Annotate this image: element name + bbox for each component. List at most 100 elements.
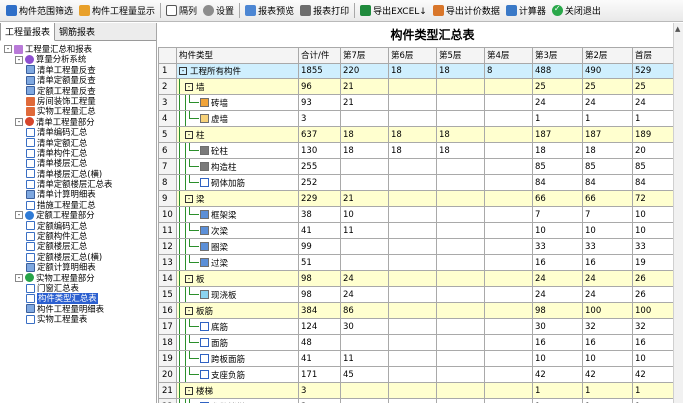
quantity-cell[interactable]: 98 bbox=[298, 270, 341, 288]
quantity-cell[interactable] bbox=[388, 174, 437, 192]
component-type-cell[interactable]: 支座负筋 bbox=[176, 366, 299, 384]
quantity-cell[interactable]: 20 bbox=[632, 142, 675, 160]
quantity-cell[interactable]: 25 bbox=[582, 78, 633, 96]
quantity-cell[interactable]: 10 bbox=[632, 206, 675, 224]
quantity-cell[interactable]: 85 bbox=[582, 158, 633, 176]
column-header[interactable]: 第6层 bbox=[388, 47, 437, 64]
quantity-cell[interactable]: 10 bbox=[582, 222, 633, 240]
component-type-cell[interactable]: - 楼梯 bbox=[176, 382, 299, 400]
quantity-cell[interactable]: 1855 bbox=[298, 62, 341, 80]
quantity-cell[interactable]: 24 bbox=[582, 286, 633, 304]
collapse-toggle-icon[interactable]: - bbox=[185, 386, 193, 395]
tree-item[interactable]: 清单定额量反查 bbox=[0, 75, 156, 85]
component-type-cell[interactable]: - 板筋 bbox=[176, 302, 299, 320]
table-row[interactable]: 11 次梁 41 11 10 10 10 bbox=[158, 222, 675, 240]
quantity-cell[interactable] bbox=[436, 286, 485, 304]
export-excel-button[interactable]: 导出EXCEL↓ bbox=[357, 2, 430, 20]
table-row[interactable]: 6 砼柱 130 18 18 18 18 18 20 bbox=[158, 142, 675, 160]
quantity-cell[interactable]: 42 bbox=[632, 366, 675, 384]
quantity-cell[interactable] bbox=[388, 110, 437, 128]
quantity-cell[interactable] bbox=[436, 270, 485, 288]
tree-item[interactable]: - 工程量汇总和报表 bbox=[0, 44, 156, 54]
quantity-cell[interactable]: 24 bbox=[632, 94, 675, 112]
quantity-cell[interactable] bbox=[484, 110, 533, 128]
quantity-cell[interactable]: 30 bbox=[532, 318, 583, 336]
column-header[interactable]: 第3层 bbox=[532, 47, 583, 64]
column-header[interactable]: 第4层 bbox=[484, 47, 533, 64]
quantity-cell[interactable]: 189 bbox=[632, 126, 675, 144]
quantity-cell[interactable] bbox=[484, 238, 533, 256]
quantity-cell[interactable]: 24 bbox=[340, 270, 389, 288]
quantity-cell[interactable] bbox=[484, 142, 533, 160]
quantity-cell[interactable] bbox=[388, 350, 437, 368]
quantity-cell[interactable]: 171 bbox=[298, 366, 341, 384]
component-type-cell[interactable]: 底筋 bbox=[176, 318, 299, 336]
tree-item[interactable]: 定额楼层汇总 bbox=[0, 241, 156, 251]
column-header[interactable]: 第7层 bbox=[340, 47, 389, 64]
tree-item[interactable]: 清单楼层汇总(横) bbox=[0, 169, 156, 179]
column-button[interactable]: 隔列 bbox=[163, 2, 200, 20]
quantity-cell[interactable]: 85 bbox=[532, 158, 583, 176]
quantity-cell[interactable]: 10 bbox=[532, 350, 583, 368]
quantity-cell[interactable] bbox=[436, 174, 485, 192]
quantity-cell[interactable] bbox=[436, 318, 485, 336]
tree-item[interactable]: 构件工程量明细表 bbox=[0, 304, 156, 314]
quantity-cell[interactable]: 490 bbox=[582, 62, 633, 80]
quantity-cell[interactable]: 32 bbox=[632, 318, 675, 336]
tree-item[interactable]: 构件类型汇总表 bbox=[0, 293, 156, 304]
collapse-toggle-icon[interactable]: - bbox=[15, 273, 23, 282]
quantity-cell[interactable] bbox=[484, 190, 533, 208]
quantity-cell[interactable]: 1 bbox=[632, 398, 675, 403]
table-row[interactable]: 4 虚墙 3 1 1 1 bbox=[158, 110, 675, 128]
quantity-cell[interactable]: 24 bbox=[582, 94, 633, 112]
quantity-cell[interactable] bbox=[484, 382, 533, 400]
quantity-cell[interactable] bbox=[340, 382, 389, 400]
quantity-cell[interactable]: 637 bbox=[298, 126, 341, 144]
component-type-cell[interactable]: 现浇板 bbox=[176, 286, 299, 304]
quantity-cell[interactable]: 10 bbox=[582, 350, 633, 368]
quantity-cell[interactable]: 24 bbox=[532, 286, 583, 304]
quantity-cell[interactable]: 42 bbox=[582, 366, 633, 384]
quantity-cell[interactable] bbox=[484, 302, 533, 320]
component-type-cell[interactable]: -墙 bbox=[176, 78, 299, 96]
quantity-cell[interactable]: 16 bbox=[532, 254, 583, 272]
tree-item[interactable]: 清单定额楼层汇总表 bbox=[0, 179, 156, 189]
quantity-cell[interactable] bbox=[484, 318, 533, 336]
quantity-cell[interactable] bbox=[388, 222, 437, 240]
table-row[interactable]: 1- 工程所有构件 1855 220 18 18 8 488 490 529 bbox=[158, 62, 675, 80]
quantity-cell[interactable]: 18 bbox=[532, 142, 583, 160]
component-type-cell[interactable]: 过梁 bbox=[176, 254, 299, 272]
tree-item[interactable]: 定额楼层汇总(横) bbox=[0, 252, 156, 262]
quantity-cell[interactable]: 1 bbox=[632, 110, 675, 128]
calculator-button[interactable]: 计算器 bbox=[503, 2, 549, 20]
quantity-cell[interactable] bbox=[484, 206, 533, 224]
collapse-toggle-icon[interactable]: - bbox=[185, 306, 193, 315]
quantity-cell[interactable]: 24 bbox=[532, 270, 583, 288]
quantity-cell[interactable]: 7 bbox=[532, 206, 583, 224]
quantity-cell[interactable] bbox=[340, 158, 389, 176]
vertical-scrollbar[interactable]: ▲ bbox=[673, 23, 683, 403]
quantity-cell[interactable]: 45 bbox=[340, 366, 389, 384]
quantity-cell[interactable] bbox=[484, 398, 533, 403]
table-row[interactable]: 2- 墙 96 21 25 25 25 bbox=[158, 78, 675, 96]
collapse-toggle-icon[interactable]: - bbox=[185, 130, 193, 139]
quantity-cell[interactable]: 66 bbox=[582, 190, 633, 208]
quantity-cell[interactable]: 1 bbox=[532, 382, 583, 400]
component-type-cell[interactable]: 参数楼梯 bbox=[176, 398, 299, 403]
quantity-cell[interactable] bbox=[388, 302, 437, 320]
quantity-cell[interactable]: 25 bbox=[532, 78, 583, 96]
quantity-cell[interactable]: 10 bbox=[632, 222, 675, 240]
quantity-cell[interactable] bbox=[388, 382, 437, 400]
report-print-button[interactable]: 报表打印 bbox=[297, 2, 352, 20]
quantity-cell[interactable]: 93 bbox=[298, 94, 341, 112]
component-type-cell[interactable]: 虚墙 bbox=[176, 110, 299, 128]
tree-item[interactable]: 清单构件汇总 bbox=[0, 148, 156, 158]
table-row[interactable]: 20 支座负筋 171 45 42 42 42 bbox=[158, 366, 675, 384]
quantity-cell[interactable] bbox=[484, 222, 533, 240]
quantity-cell[interactable]: 30 bbox=[340, 318, 389, 336]
quantity-cell[interactable] bbox=[436, 254, 485, 272]
quantity-cell[interactable]: 99 bbox=[298, 238, 341, 256]
quantity-cell[interactable] bbox=[388, 270, 437, 288]
quantity-cell[interactable] bbox=[388, 238, 437, 256]
quantity-cell[interactable]: 24 bbox=[340, 286, 389, 304]
